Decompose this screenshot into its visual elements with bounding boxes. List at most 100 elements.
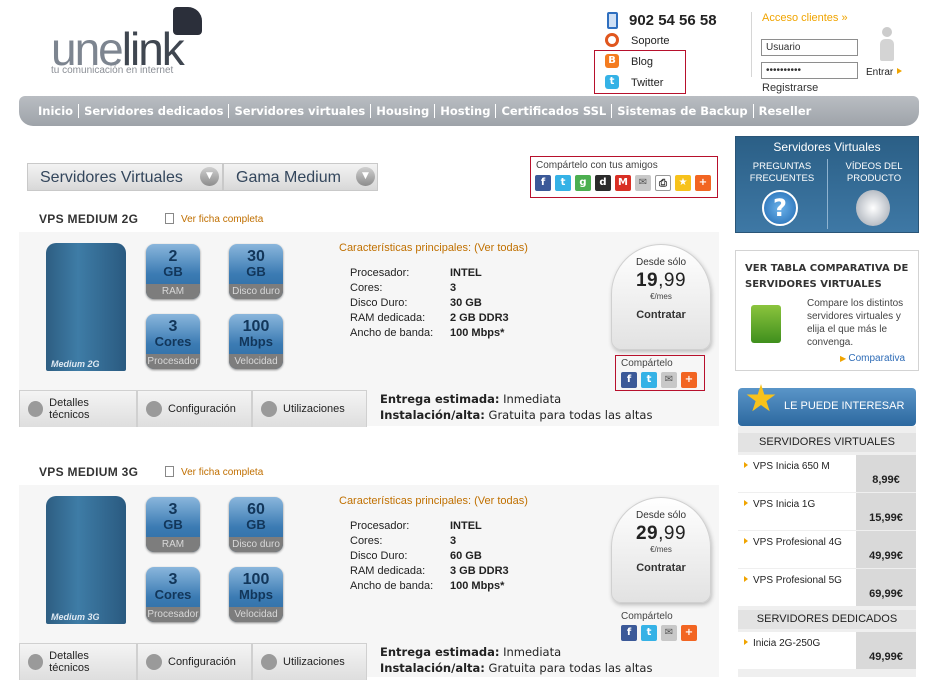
contract-button[interactable]: Contratar xyxy=(612,562,710,574)
spec-value: 3 xyxy=(450,282,457,294)
list-item[interactable]: VPS Inicia 650 M 8,99€ xyxy=(738,455,916,492)
more-plus-icon[interactable]: + xyxy=(681,372,697,388)
group-heading: SERVIDORES VIRTUALES xyxy=(738,433,916,452)
google-icon[interactable]: g xyxy=(575,175,591,191)
product-tabs: Detalles técnicos Configuración Utilizac… xyxy=(19,643,367,680)
full-spec-link[interactable]: Ver ficha completa xyxy=(181,214,263,225)
info-icon xyxy=(28,654,44,670)
twitter-icon[interactable]: t xyxy=(555,175,571,191)
nav-item-certificados-ssl[interactable]: Certificados SSL xyxy=(495,104,611,118)
spec-value: 3 GB DDR3 xyxy=(450,565,509,577)
twitter-icon[interactable]: t xyxy=(641,372,657,388)
features-heading: Características principales: (Ver todas) xyxy=(339,242,528,254)
videos-link[interactable]: VÍDEOS DEL PRODUCTO xyxy=(832,161,916,185)
email-icon[interactable]: ✉ xyxy=(635,175,651,191)
login-button[interactable]: Entrar xyxy=(866,67,893,78)
list-item[interactable]: VPS Inicia 1G 15,99€ xyxy=(738,493,916,530)
list-item[interactable]: VPS Profesional 5G 69,99€ xyxy=(738,569,916,606)
email-icon[interactable]: ✉ xyxy=(661,625,677,641)
breadcrumb-level2[interactable]: Gama Medium xyxy=(223,163,378,191)
spec-value: 60 GB xyxy=(450,550,482,562)
comparison-link[interactable]: ▶ Comparativa xyxy=(840,353,905,364)
nav-item-servidores-dedicados[interactable]: Servidores dedicados xyxy=(78,104,228,118)
comparison-chart-icon xyxy=(751,305,781,343)
spec-value: 30 GB xyxy=(450,297,482,309)
tab-utilizaciones[interactable]: Utilizaciones xyxy=(252,643,367,680)
spec-key: RAM dedicada: xyxy=(350,312,426,324)
header-divider xyxy=(751,12,752,77)
support-icon[interactable] xyxy=(605,33,619,47)
password-input[interactable] xyxy=(761,62,858,79)
spec-value: INTEL xyxy=(450,520,482,532)
comparison-text: Compare los distintos servidores virtual… xyxy=(807,298,904,348)
nav-item-housing[interactable]: Housing xyxy=(370,104,434,118)
promo-title: Servidores Virtuales xyxy=(773,140,881,154)
spec-bandwidth: 100 Mbps Velocidad xyxy=(229,567,283,622)
twitter-link[interactable]: Twitter xyxy=(631,77,663,89)
wrench-icon xyxy=(146,654,162,670)
spec-cores: 3 Cores Procesador xyxy=(146,314,200,369)
blog-link[interactable]: Blog xyxy=(631,56,653,68)
facebook-icon[interactable]: f xyxy=(621,625,637,641)
blog-icon[interactable]: B xyxy=(605,54,619,68)
favorite-star-icon[interactable]: ★ xyxy=(675,175,691,191)
spec-key: Cores: xyxy=(350,535,383,547)
tab-utilizaciones[interactable]: Utilizaciones xyxy=(252,390,367,427)
username-input[interactable] xyxy=(761,39,858,56)
spec-value: INTEL xyxy=(450,267,482,279)
price-value: 19,99 xyxy=(635,270,687,291)
spec-disk: 30 GB Disco duro xyxy=(229,244,283,299)
faq-link[interactable]: PREGUNTAS FRECUENTES xyxy=(740,161,824,185)
view-all-link[interactable]: (Ver todas) xyxy=(474,242,528,254)
facebook-icon[interactable]: f xyxy=(535,175,551,191)
more-plus-icon[interactable]: + xyxy=(695,175,711,191)
spec-key: Procesador: xyxy=(350,267,410,279)
chevron-down-icon[interactable]: ▼ xyxy=(200,167,219,186)
spec-key: Disco Duro: xyxy=(350,297,408,309)
list-item[interactable]: VPS Profesional 4G 49,99€ xyxy=(738,531,916,568)
tab-detalles-tecnicos[interactable]: Detalles técnicos xyxy=(19,390,137,427)
user-icon xyxy=(261,401,277,417)
support-link[interactable]: Soporte xyxy=(631,35,670,47)
logo-mark-icon xyxy=(173,7,202,35)
client-access-title[interactable]: Acceso clientes » xyxy=(762,12,848,24)
breadcrumb-level1[interactable]: Servidores Virtuales xyxy=(27,163,223,191)
nav-item-servidores-virtuales[interactable]: Servidores virtuales xyxy=(228,104,370,118)
question-icon[interactable]: ? xyxy=(762,190,798,226)
tab-detalles-tecnicos[interactable]: Detalles técnicos xyxy=(19,643,137,680)
spec-key: Ancho de banda: xyxy=(350,580,434,592)
list-item[interactable]: Inicia 2G-250G 49,99€ xyxy=(738,632,916,669)
share-title: Compártelo con tus amigos xyxy=(536,160,658,171)
tab-configuracion[interactable]: Configuración xyxy=(137,390,252,427)
facebook-icon[interactable]: f xyxy=(621,372,637,388)
document-icon xyxy=(165,213,174,224)
more-plus-icon[interactable]: + xyxy=(681,625,697,641)
product-tabs: Detalles técnicos Configuración Utilizac… xyxy=(19,390,367,427)
film-reel-icon[interactable] xyxy=(856,190,890,226)
print-icon[interactable]: ⎙ xyxy=(655,175,671,191)
nav-item-hosting[interactable]: Hosting xyxy=(434,104,495,118)
nav-item-sistemas-backup[interactable]: Sistemas de Backup xyxy=(611,104,752,118)
register-link[interactable]: Registrarse xyxy=(762,82,818,94)
nav-item-reseller[interactable]: Reseller xyxy=(752,104,817,118)
nav-item-inicio[interactable]: Inicio xyxy=(33,104,78,118)
tab-configuracion[interactable]: Configuración xyxy=(137,643,252,680)
contract-button[interactable]: Contratar xyxy=(612,309,710,321)
spec-key: Procesador: xyxy=(350,520,410,532)
suggestions-banner: LE PUEDE INTERESAR xyxy=(738,384,916,426)
price-card: Desde sólo 19,99 €/mes Contratar xyxy=(611,244,711,350)
delicious-icon[interactable]: d xyxy=(595,175,611,191)
twitter-icon[interactable]: t xyxy=(641,625,657,641)
view-all-link[interactable]: (Ver todas) xyxy=(474,495,528,507)
full-spec-link[interactable]: Ver ficha completa xyxy=(181,467,263,478)
twitter-icon[interactable]: t xyxy=(605,75,619,89)
star-icon xyxy=(746,384,776,412)
setup-info: Instalación/alta: Gratuita para todas la… xyxy=(380,661,653,675)
delivery-info: Entrega estimada: Inmediata xyxy=(380,645,562,659)
phone-icon xyxy=(607,12,618,29)
comparison-title[interactable]: VER TABLA COMPARATIVA DE SERVIDORES VIRT… xyxy=(745,261,915,293)
gmail-icon[interactable]: M xyxy=(615,175,631,191)
email-icon[interactable]: ✉ xyxy=(661,372,677,388)
main-nav: Inicio Servidores dedicados Servidores v… xyxy=(19,96,919,126)
chevron-down-icon[interactable]: ▼ xyxy=(356,167,375,186)
